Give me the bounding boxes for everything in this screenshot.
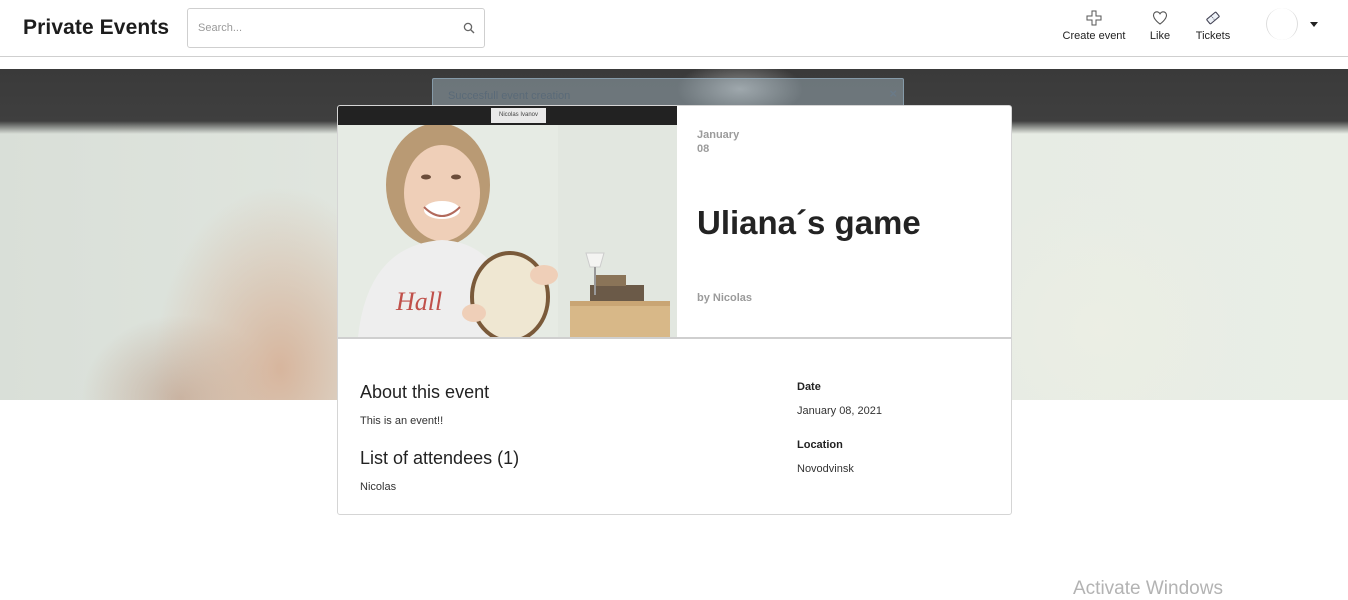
windows-activation-watermark: Activate Windows (1073, 578, 1223, 599)
attendees-heading: List of attendees (1) (360, 448, 520, 468)
chevron-down-icon[interactable] (1310, 22, 1318, 27)
create-event-label: Create event (1062, 30, 1126, 42)
heart-icon (1152, 11, 1168, 25)
event-description: This is an event!! (360, 415, 444, 427)
ticket-icon (1206, 11, 1220, 25)
svg-text:Hall: Hall (395, 287, 442, 316)
alert-message: Succesfull event creation (448, 90, 571, 102)
brand-logo[interactable]: Private Events (23, 16, 169, 40)
event-header: January 08 Uliana´s game by Nicolas (677, 106, 1011, 337)
event-day: 08 (697, 143, 710, 155)
video-topbar: Nicolas Ivanov (338, 106, 677, 125)
event-organizer: by Nicolas (697, 292, 753, 304)
location-label: Location (797, 439, 843, 451)
success-alert: Succesfull event creation × (432, 78, 904, 108)
attendee-item: Nicolas (360, 481, 397, 493)
event-card: Nicolas Ivanov Hall January 08 Uliana´s … (337, 105, 1012, 515)
search-box[interactable] (187, 8, 485, 48)
user-avatar[interactable] (1266, 8, 1298, 40)
like-link[interactable]: Like (1146, 10, 1174, 42)
search-icon[interactable] (463, 22, 475, 34)
event-month: January (697, 129, 740, 141)
card-divider (338, 337, 1011, 339)
close-icon[interactable]: × (889, 86, 897, 101)
event-photo: Nicolas Ivanov Hall (338, 106, 677, 337)
about-heading: About this event (360, 382, 490, 402)
date-value: January 08, 2021 (797, 405, 883, 417)
date-label: Date (797, 381, 821, 393)
event-title: Uliana´s game (697, 204, 921, 241)
create-event-link[interactable]: Create event (1062, 10, 1126, 42)
top-navbar: Private Events Create event Like Tickets (0, 0, 1348, 57)
video-caption: Nicolas Ivanov (491, 108, 546, 123)
tickets-link[interactable]: Tickets (1194, 10, 1232, 42)
event-image: Hall (338, 125, 677, 337)
search-input[interactable] (198, 19, 448, 37)
event-date-badge: January 08 (697, 128, 739, 156)
location-value: Novodvinsk (797, 463, 854, 475)
like-label: Like (1149, 30, 1171, 42)
tickets-label: Tickets (1195, 30, 1231, 42)
plus-icon (1086, 10, 1102, 26)
